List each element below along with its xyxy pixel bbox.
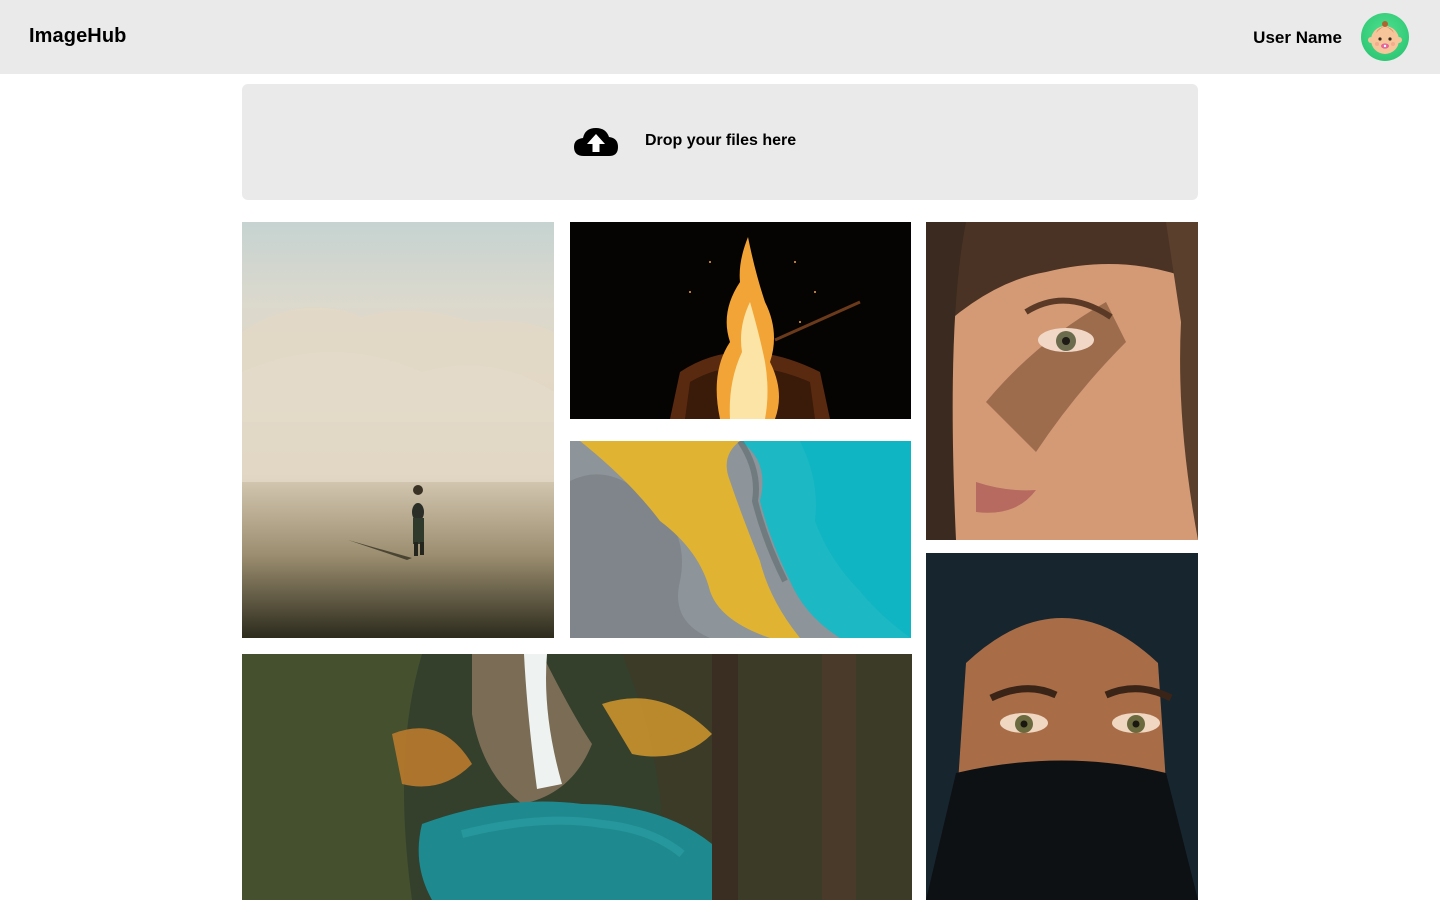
baby-face-avatar-icon: [1368, 21, 1402, 54]
veiled-woman-photo[interactable]: [926, 553, 1198, 900]
desert-walker-photo[interactable]: [242, 222, 554, 638]
user-name-label[interactable]: User Name: [1253, 28, 1342, 48]
campfire-photo[interactable]: [570, 222, 911, 419]
cloud-upload-icon: [574, 128, 618, 156]
dropzone-label: Drop your files here: [645, 132, 797, 149]
aerial-river-delta-photo[interactable]: [570, 441, 911, 638]
waterfall-forest-photo[interactable]: [242, 654, 912, 900]
woman-face-shadow-photo[interactable]: [926, 222, 1198, 540]
top-bar: ImageHub User Name: [0, 0, 1440, 74]
file-dropzone[interactable]: Drop your files here: [242, 84, 1198, 200]
user-avatar[interactable]: [1361, 13, 1409, 61]
app-logo[interactable]: ImageHub: [29, 25, 126, 48]
